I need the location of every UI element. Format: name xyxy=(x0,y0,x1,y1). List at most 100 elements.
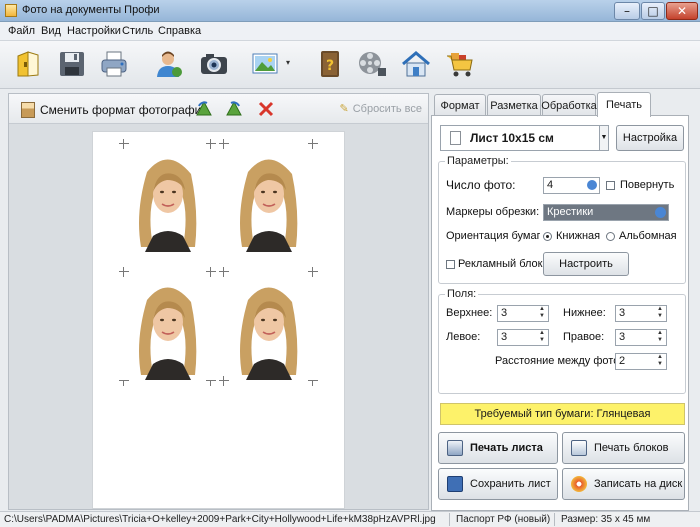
reset-all-label: Сбросить все xyxy=(352,102,422,115)
save-icon[interactable] xyxy=(56,48,88,80)
right-margin-label: Правое: xyxy=(563,331,605,343)
orientation-portrait-label: Книжная xyxy=(556,230,601,242)
minimize-button[interactable]: – xyxy=(614,2,640,20)
margins-group: Поля: Верхнее: 3 ▲ ▼ Нижнее: 3 ▲ ▼ Левое: 3 ▲… xyxy=(438,288,686,394)
tab-processing[interactable]: Обработка xyxy=(541,94,597,116)
stepper-icon[interactable]: ▲ ▼ xyxy=(655,354,665,369)
disc-icon xyxy=(571,476,587,492)
rotate-right-icon[interactable] xyxy=(225,100,243,118)
right-margin-input[interactable]: 3 ▲ ▼ xyxy=(615,329,667,346)
photo-count-value: 4 xyxy=(547,179,554,191)
margins-title: Поля: xyxy=(445,288,479,300)
close-button[interactable]: ✕ xyxy=(666,2,698,20)
change-format-button[interactable]: Сменить формат фотографии xyxy=(21,101,208,119)
photo-count-label: Число фото: xyxy=(446,178,516,192)
sheet-size-select[interactable]: Лист 10х15 см ▼ xyxy=(440,125,609,151)
chevron-down-icon: ▼ xyxy=(599,125,609,151)
menu-style[interactable]: Стиль xyxy=(122,25,153,37)
crop-mark xyxy=(206,139,216,149)
tab-print[interactable]: Печать xyxy=(597,92,651,117)
crop-mark xyxy=(219,139,229,149)
reset-all-button[interactable]: ✎ Сбросить все xyxy=(339,102,422,116)
stepper-icon[interactable]: ▲ ▼ xyxy=(537,330,547,345)
status-separator xyxy=(449,513,450,526)
crop-markers-select[interactable]: Крестики xyxy=(543,204,669,221)
print-tab-panel: Лист 10х15 см ▼ Настройка Параметры: Чис… xyxy=(431,115,689,511)
crop-mark xyxy=(219,267,229,277)
menu-settings[interactable]: Настройки xyxy=(67,25,121,37)
print-blocks-icon xyxy=(571,440,587,456)
stepper-icon[interactable]: ▲ ▼ xyxy=(655,306,665,321)
top-margin-value: 3 xyxy=(501,307,508,319)
passport-photo[interactable] xyxy=(123,152,213,252)
crop-markers-label: Маркеры обрезки: xyxy=(446,206,540,218)
print-sheet-label: Печать листа xyxy=(470,442,543,454)
left-margin-input[interactable]: 3 ▲ ▼ xyxy=(497,329,549,346)
open-folder-icon[interactable] xyxy=(12,48,44,80)
menu-view[interactable]: Вид xyxy=(41,25,61,37)
portrait-icon xyxy=(21,102,35,118)
image-dropdown-arrow[interactable]: ▾ xyxy=(286,58,290,67)
print-icon[interactable] xyxy=(98,48,130,80)
print-blocks-label: Печать блоков xyxy=(594,442,669,454)
crop-mark xyxy=(206,267,216,277)
tab-layout[interactable]: Разметка xyxy=(487,94,541,116)
bottom-margin-value: 3 xyxy=(619,307,626,319)
crop-mark xyxy=(308,267,318,277)
sheet-settings-button[interactable]: Настройка xyxy=(616,125,684,151)
passport-photo[interactable] xyxy=(224,152,314,252)
shop-cart-icon[interactable] xyxy=(444,48,476,80)
menu-help[interactable]: Справка xyxy=(158,25,201,37)
top-margin-label: Верхнее: xyxy=(446,307,493,319)
chevron-down-icon xyxy=(655,207,666,218)
orientation-portrait-radio[interactable] xyxy=(543,232,552,241)
orientation-landscape-label: Альбомная xyxy=(619,230,677,242)
tab-format[interactable]: Формат xyxy=(434,94,486,116)
toolbar: ▾ ? xyxy=(0,41,700,89)
ad-block-label: Рекламный блок: xyxy=(458,258,546,270)
print-blocks-button[interactable]: Печать блоков xyxy=(562,432,685,464)
write-disk-button[interactable]: Записать на диск xyxy=(562,468,685,500)
stepper-icon[interactable]: ▲ ▼ xyxy=(537,306,547,321)
paper-type-banner: Требуемый тип бумаги: Глянцевая xyxy=(440,403,685,425)
maximize-button[interactable]: □ xyxy=(641,2,665,20)
file-path: C:\Users\PADMA\Pictures\Tricia+O+kelley+… xyxy=(4,514,436,525)
spacing-input[interactable]: 2 ▲ ▼ xyxy=(615,353,667,370)
crop-mark xyxy=(119,139,129,149)
spacing-label: Расстояние между фото: xyxy=(495,355,623,367)
image-dropdown-icon[interactable] xyxy=(250,48,282,80)
help-book-icon[interactable]: ? xyxy=(314,48,346,80)
preview-pane: Сменить формат фотографии ✎ Сбросить все xyxy=(8,93,429,510)
bottom-margin-input[interactable]: 3 ▲ ▼ xyxy=(615,305,667,322)
configure-button[interactable]: Настроить xyxy=(543,252,629,276)
home-icon[interactable] xyxy=(400,48,432,80)
rotate-left-icon[interactable] xyxy=(195,100,213,118)
right-margin-value: 3 xyxy=(619,331,626,343)
parameters-title: Параметры: xyxy=(445,155,511,167)
video-reel-icon[interactable] xyxy=(356,48,388,80)
ad-block-checkbox[interactable] xyxy=(446,260,455,269)
photo-size: Размер: 35 x 45 мм xyxy=(561,514,651,525)
rotate-checkbox[interactable] xyxy=(606,181,615,190)
app-icon xyxy=(5,4,17,17)
chevron-down-icon xyxy=(587,180,597,190)
passport-photo[interactable] xyxy=(224,280,314,380)
passport-photo[interactable] xyxy=(123,280,213,380)
save-sheet-button[interactable]: Сохранить лист xyxy=(438,468,558,500)
delete-icon[interactable] xyxy=(257,100,275,118)
crop-mark xyxy=(308,139,318,149)
rotate-label: Повернуть xyxy=(620,179,675,191)
print-sheet-button[interactable]: Печать листа xyxy=(438,432,558,464)
stepper-icon[interactable]: ▲ ▼ xyxy=(655,330,665,345)
photo-count-input[interactable]: 4 xyxy=(543,177,600,194)
svg-text:?: ? xyxy=(326,58,334,74)
write-disk-label: Записать на диск xyxy=(594,478,683,490)
status-bar: C:\Users\PADMA\Pictures\Tricia+O+kelley+… xyxy=(0,511,700,527)
menu-bar: Файл Вид Настройки Стиль Справка xyxy=(0,22,700,41)
user-photo-icon[interactable] xyxy=(152,48,184,80)
orientation-landscape-radio[interactable] xyxy=(606,232,615,241)
preview-toolbar: Сменить формат фотографии ✎ Сбросить все xyxy=(9,94,428,124)
top-margin-input[interactable]: 3 ▲ ▼ xyxy=(497,305,549,322)
camera-icon[interactable] xyxy=(198,48,230,80)
menu-file[interactable]: Файл xyxy=(8,25,35,37)
